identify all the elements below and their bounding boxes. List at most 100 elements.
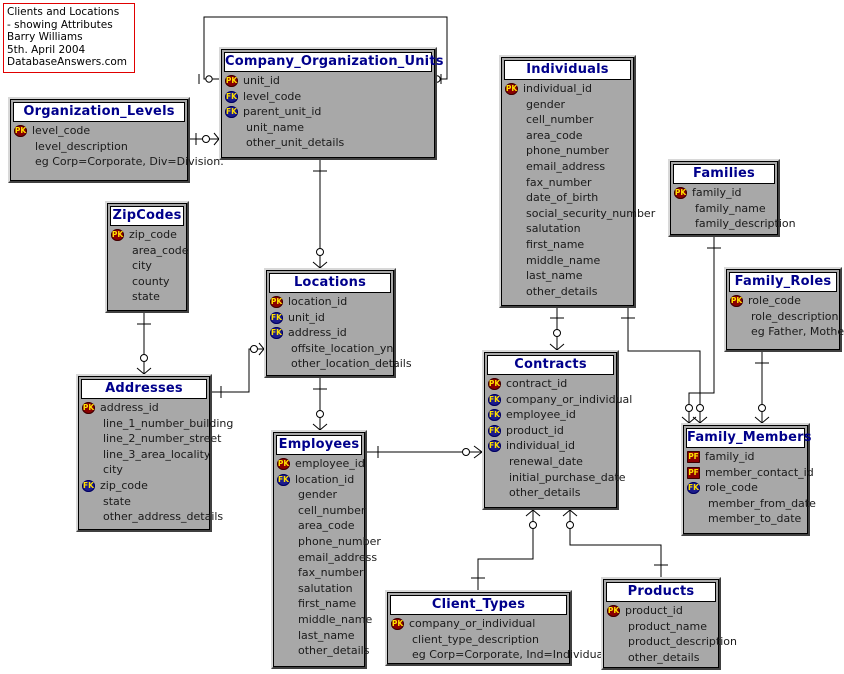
pk-badge-icon: PK xyxy=(277,458,290,470)
attribute-row: FK individual_id xyxy=(487,438,614,454)
attribute-name: other_location_details xyxy=(291,357,412,371)
attribute-row: PK location_id xyxy=(269,294,391,310)
attribute-row: other_address_details xyxy=(81,509,223,525)
entity-addresses[interactable]: Addresses PK address_id line_1_number_build… xyxy=(76,374,233,532)
attribute-row: cell_number xyxy=(276,503,365,519)
attribute-row: member_from_date xyxy=(686,496,816,512)
attribute-row: FK level_code xyxy=(224,89,432,105)
attribute-name: area_code xyxy=(298,519,355,533)
attribute-name: product_description xyxy=(628,635,737,649)
attribute-name: salutation xyxy=(526,222,581,236)
attribute-name: location_id xyxy=(295,472,355,486)
attribute-name: member_from_date xyxy=(708,496,816,510)
attribute-list: PK contract_id FK company_or_individual FK em… xyxy=(487,376,632,501)
attribute-name: other_address_details xyxy=(103,510,224,524)
attribute-name: last_name xyxy=(526,269,583,283)
attribute-row: cell_number xyxy=(504,112,631,128)
entity-company_organization_units[interactable]: Company_Organization_Units PK unit_id FK lev… xyxy=(219,47,444,160)
attribute-name: state xyxy=(103,494,131,508)
attribute-row: last_name xyxy=(504,268,631,284)
attribute-row: first_name xyxy=(504,237,631,253)
pk-badge-icon: PK xyxy=(607,605,620,617)
attribute-name: line_1_number_building xyxy=(103,416,234,430)
attribute-row: level_description xyxy=(13,139,185,155)
attribute-row: gender xyxy=(276,487,362,503)
pf-badge-icon: PF xyxy=(687,466,700,479)
entity-products[interactable]: Products PK product_id product_name product_… xyxy=(601,577,737,670)
attribute-name: state xyxy=(132,290,160,304)
entity-families[interactable]: Families PK family_id family_name family_des… xyxy=(668,159,796,237)
entity-body: Locations PK location_id FK unit_id FK address… xyxy=(266,270,412,376)
attribute-row: PK role_code xyxy=(729,293,837,309)
attribute-name: phone_number xyxy=(298,534,381,548)
entity-title-locations: Locations xyxy=(269,273,391,293)
attribute-row: role_description xyxy=(729,309,839,325)
attribute-row: other_details xyxy=(487,485,614,501)
pk-badge-icon: PK xyxy=(674,187,687,199)
attribute-name: eg Corp=Corporate, Ind=Individual. xyxy=(412,648,610,662)
attribute-row: eg Corp=Corporate, Div=Division. xyxy=(13,154,224,170)
attribute-name: area_code xyxy=(526,128,583,142)
attribute-name: city xyxy=(103,463,123,477)
entity-individuals[interactable]: Individuals PK individual_id gender cell_num… xyxy=(499,55,655,308)
attribute-row: email_address xyxy=(276,550,377,566)
entity-title-client_types: Client_Types xyxy=(390,595,567,615)
entity-title-contracts: Contracts xyxy=(487,355,614,375)
attribute-row: FK parent_unit_id xyxy=(224,104,432,120)
attribute-name: other_details xyxy=(526,284,598,298)
entity-client_types[interactable]: Client_Types PK company_or_individual clien… xyxy=(385,590,610,666)
attribute-row: state xyxy=(81,494,207,510)
attribute-name: line_3_area_locality xyxy=(103,447,211,461)
entity-body: Families PK family_id family_name family_des… xyxy=(670,161,796,235)
pf-badge-icon: PF xyxy=(687,451,700,463)
pk-badge-icon: PK xyxy=(111,229,124,241)
attribute-row: middle_name xyxy=(504,253,631,269)
fk-badge-icon: FK xyxy=(488,393,501,406)
attribute-row: first_name xyxy=(276,596,362,612)
attribute-row: PK employee_id xyxy=(276,456,365,472)
attribute-name: product_id xyxy=(506,423,564,437)
attribute-row: PK family_id xyxy=(673,185,775,201)
entity-organization_levels[interactable]: Organization_Levels PK level_code level_des… xyxy=(8,97,224,183)
attribute-name: zip_code xyxy=(129,228,177,241)
entity-zipcodes[interactable]: ZipCodes PK zip_code area_code city county sta… xyxy=(105,201,189,313)
entity-employees[interactable]: Employees PK employee_id FK location_id gende… xyxy=(271,430,381,669)
fk-badge-icon: FK xyxy=(225,106,238,119)
entity-title-company_organization_units: Company_Organization_Units xyxy=(224,52,444,72)
attribute-name: zip_code xyxy=(100,478,148,492)
entity-title-addresses: Addresses xyxy=(81,379,207,399)
attribute-name: family_description xyxy=(695,217,796,231)
entity-family_members[interactable]: Family_Members PF family_id PF member_contac… xyxy=(681,423,816,536)
attribute-list: PK product_id product_name product_descript… xyxy=(606,603,737,665)
attribute-name: cell_number xyxy=(526,113,594,127)
attribute-name: area_code xyxy=(132,243,189,257)
attribute-name: phone_number xyxy=(526,144,609,158)
entity-title-organization_levels: Organization_Levels xyxy=(13,102,185,122)
connector-individuals-to-contracts xyxy=(549,308,565,351)
entity-locations[interactable]: Locations PK location_id FK unit_id FK address… xyxy=(264,268,412,378)
attribute-row: member_to_date xyxy=(686,511,805,527)
attribute-row: FK company_or_individual xyxy=(487,392,632,408)
attribute-name: location_id xyxy=(288,295,348,308)
entity-body: Company_Organization_Units PK unit_id FK lev… xyxy=(221,49,444,158)
entity-family_roles[interactable]: Family_Roles PK role_code role_description e… xyxy=(724,267,844,352)
attribute-name: gender xyxy=(298,488,337,502)
attribute-name: unit_id xyxy=(288,310,325,324)
attribute-name: role_code xyxy=(705,481,758,495)
title-source: DatabaseAnswers.com xyxy=(7,56,128,69)
pk-badge-icon: PK xyxy=(391,618,404,630)
entity-body: Individuals PK individual_id gender cell_num… xyxy=(501,57,655,306)
attribute-row: PK level_code xyxy=(13,123,185,139)
attribute-name: fax_number xyxy=(298,566,364,580)
entity-contracts[interactable]: Contracts PK contract_id FK company_or_indiv… xyxy=(482,350,632,510)
attribute-name: parent_unit_id xyxy=(243,105,322,119)
attribute-row: PK individual_id xyxy=(504,81,631,97)
attribute-row: area_code xyxy=(110,243,189,259)
attribute-row: area_code xyxy=(504,128,631,144)
attribute-name: company_or_individual xyxy=(506,392,633,406)
attribute-row: PF family_id xyxy=(686,449,805,465)
attribute-name: family_name xyxy=(695,201,766,215)
attribute-name: initial_purchase_date xyxy=(509,470,626,484)
attribute-row: FK product_id xyxy=(487,423,614,439)
attribute-name: first_name xyxy=(526,237,585,251)
